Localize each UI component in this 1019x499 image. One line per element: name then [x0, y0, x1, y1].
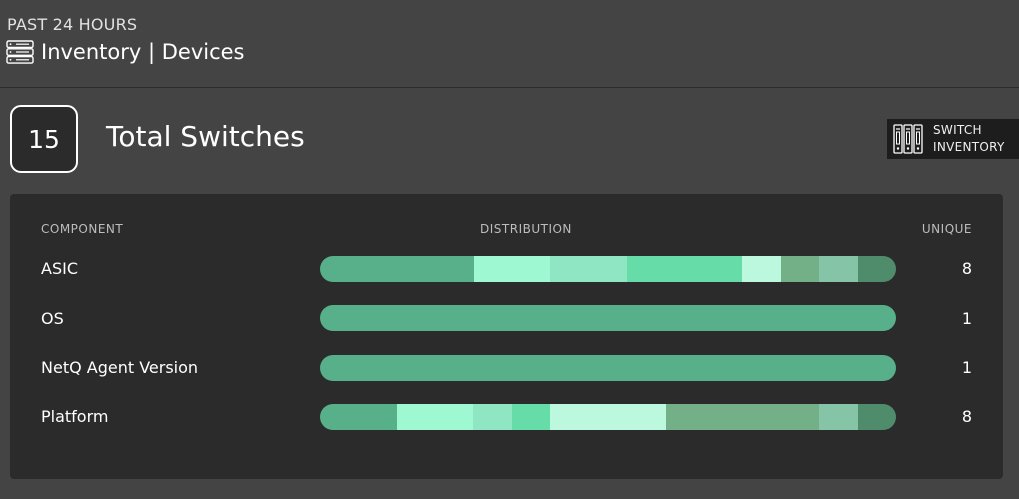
- switch-inventory-label-line2: INVENTORY: [933, 140, 1005, 154]
- unique-column-header: UNIQUE: [921, 222, 972, 236]
- card-title: Inventory | Devices: [41, 40, 245, 64]
- switch-inventory-label: SWITCH INVENTORY: [933, 122, 1013, 156]
- unique-count-os: 1: [961, 309, 972, 328]
- server-stack-icon: [6, 40, 34, 64]
- distribution-bar-platform[interactable]: [320, 404, 896, 430]
- distribution-segment[interactable]: [857, 404, 896, 430]
- distribution-segment[interactable]: [320, 256, 474, 282]
- distribution-segment[interactable]: [473, 404, 512, 430]
- distribution-segment[interactable]: [550, 404, 666, 430]
- switch-inventory-button[interactable]: SWITCH INVENTORY: [887, 119, 1019, 159]
- total-switches-count: 15: [10, 105, 78, 173]
- row-label-netq-agent-version: NetQ Agent Version: [41, 358, 199, 377]
- distribution-segment[interactable]: [550, 256, 627, 282]
- distribution-bar-netq-agent-version[interactable]: [320, 355, 896, 381]
- time-period-label: PAST 24 HOURS: [7, 15, 138, 34]
- card-header: PAST 24 HOURS Inventory | Devices: [0, 0, 1019, 88]
- unique-count-netq-agent-version: 1: [961, 358, 972, 377]
- distribution-segment[interactable]: [819, 256, 858, 282]
- switch-rack-icon: [887, 124, 923, 154]
- distribution-segment[interactable]: [320, 355, 896, 381]
- distribution-segment[interactable]: [819, 404, 858, 430]
- unique-count-asic: 8: [961, 259, 972, 278]
- distribution-segment[interactable]: [320, 404, 397, 430]
- distribution-segment[interactable]: [626, 256, 743, 282]
- distribution-bar-os[interactable]: [320, 305, 896, 331]
- unique-count-platform: 8: [961, 407, 972, 426]
- distribution-segment[interactable]: [320, 305, 896, 331]
- distribution-column-header: DISTRIBUTION: [480, 222, 572, 236]
- distribution-bar-asic[interactable]: [320, 256, 896, 282]
- row-label-os: OS: [41, 309, 64, 328]
- card-title-row: Inventory | Devices: [6, 40, 245, 64]
- row-label-platform: Platform: [41, 407, 109, 426]
- component-column-header: COMPONENT: [41, 222, 124, 236]
- distribution-panel: COMPONENT DISTRIBUTION UNIQUE ASIC 8 OS …: [10, 194, 1003, 479]
- distribution-segment[interactable]: [511, 404, 551, 430]
- distribution-segment[interactable]: [742, 256, 781, 282]
- distribution-segment[interactable]: [665, 404, 820, 430]
- switch-inventory-label-line1: SWITCH: [933, 123, 982, 137]
- distribution-segment[interactable]: [396, 404, 474, 430]
- distribution-segment[interactable]: [473, 256, 551, 282]
- row-label-asic: ASIC: [41, 259, 78, 278]
- total-switches-label: Total Switches: [106, 120, 305, 153]
- distribution-segment[interactable]: [857, 256, 896, 282]
- distribution-segment[interactable]: [780, 256, 820, 282]
